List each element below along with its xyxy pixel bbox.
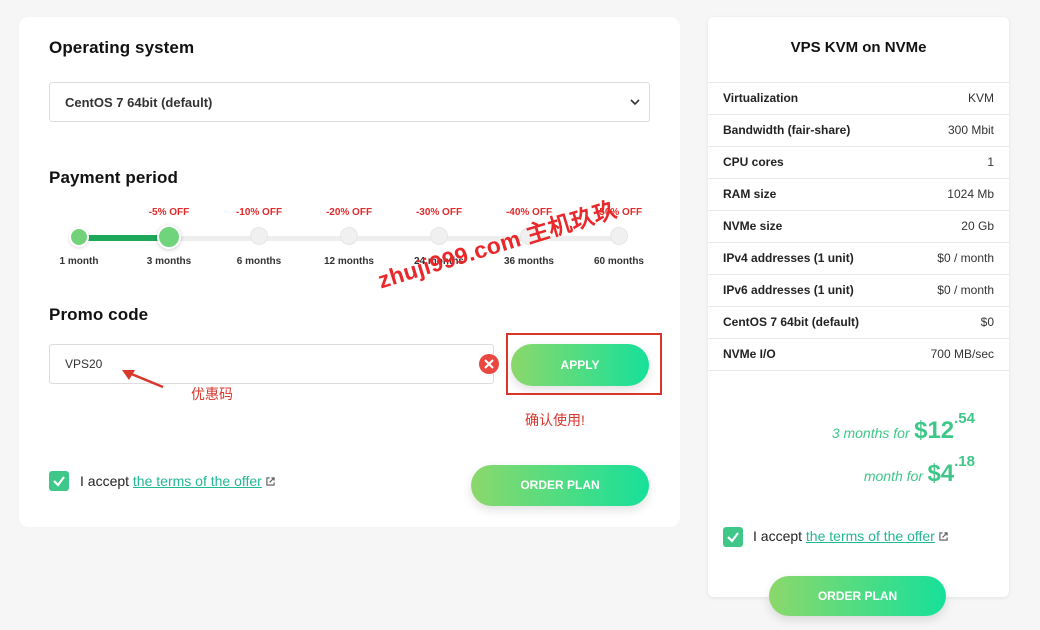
total-price-minor: .54 <box>954 410 975 427</box>
spec-value: 1 <box>987 155 994 169</box>
spec-name: NVMe I/O <box>723 347 776 361</box>
period-handle[interactable] <box>157 225 181 249</box>
spec-name: CPU cores <box>723 155 784 169</box>
order-plan-button[interactable]: ORDER PLAN <box>471 465 649 506</box>
period-discount: -20% OFF <box>325 207 373 218</box>
payment-section-title: Payment period <box>49 168 178 187</box>
order-plan-button-summary[interactable]: ORDER PLAN <box>769 576 946 616</box>
spec-row: IPv4 addresses (1 unit) $0 / month <box>708 243 1009 275</box>
plan-title: VPS KVM on NVMe <box>790 39 927 56</box>
spec-name: CentOS 7 64bit (default) <box>723 315 860 329</box>
chevron-down-icon <box>630 99 640 106</box>
plan-summary-card: VPS KVM on NVMe Virtualization KVM Bandwid… <box>708 17 1009 616</box>
os-select[interactable]: CentOS 7 64bit (default) <box>49 82 650 122</box>
spec-row: Bandwidth (fair-share) 300 Mbit <box>708 115 1009 147</box>
promo-code-value: VPS20 <box>65 357 103 371</box>
accept-prefix: I accept <box>80 473 130 489</box>
slider-track-fill <box>79 235 169 241</box>
spec-row: CentOS 7 64bit (default) $0 <box>708 307 1009 339</box>
period-handle[interactable] <box>610 227 628 245</box>
period-label: 6 months <box>236 256 282 267</box>
period-handle[interactable] <box>69 227 89 247</box>
spec-value: $0 / month <box>937 251 994 265</box>
external-link-icon <box>266 477 275 486</box>
spec-name: IPv4 addresses (1 unit) <box>723 251 854 265</box>
red-arrow-icon <box>122 370 164 389</box>
spec-name: IPv6 addresses (1 unit) <box>723 283 854 297</box>
spec-value: $0 <box>980 315 994 329</box>
spec-name: Virtualization <box>723 91 799 105</box>
period-handle[interactable] <box>250 227 268 245</box>
total-price: 3 months for $12.54 <box>831 410 975 445</box>
os-select-value: CentOS 7 64bit (default) <box>65 94 213 110</box>
clear-promo-button[interactable] <box>479 354 499 374</box>
spec-value: KVM <box>967 91 994 105</box>
monthly-price: month for $4.18 <box>863 453 975 488</box>
spec-row: RAM size 1024 Mb <box>708 179 1009 211</box>
promo-section-title: Promo code <box>49 305 149 324</box>
checkmark-icon <box>53 476 65 487</box>
period-label: 60 months <box>593 256 644 267</box>
accept-terms-text: I accept the terms of the offer <box>80 473 275 489</box>
spec-name: NVMe size <box>723 219 783 233</box>
monthly-price-minor: .18 <box>954 453 975 470</box>
spec-row: CPU cores 1 <box>708 147 1009 179</box>
spec-value: $0 / month <box>937 283 994 297</box>
os-section-title: Operating system <box>49 38 195 57</box>
monthly-price-label: month for <box>863 468 923 484</box>
apply-annotation: 确认使用! <box>525 412 585 428</box>
accept-terms-checkbox[interactable] <box>49 471 69 491</box>
close-icon <box>484 359 494 369</box>
spec-name: Bandwidth (fair-share) <box>723 123 851 137</box>
spec-table: Virtualization KVM Bandwidth (fair-share) 3… <box>708 82 1009 371</box>
total-price-label: 3 months for <box>831 425 910 441</box>
total-price-major: $12 <box>914 417 955 444</box>
spec-value: 1024 Mb <box>947 187 994 201</box>
period-discount: -10% OFF <box>235 207 283 218</box>
accept-terms-checkbox-summary[interactable] <box>723 527 743 547</box>
spec-row: IPv6 addresses (1 unit) $0 / month <box>708 275 1009 307</box>
period-label: 1 month <box>59 256 99 267</box>
configuration-card: Operating system CentOS 7 64bit (default… <box>19 17 680 527</box>
spec-name: RAM size <box>723 187 777 201</box>
spec-value: 300 Mbit <box>947 123 994 137</box>
accept-prefix: I accept <box>753 528 803 544</box>
terms-link[interactable]: the terms of the offer <box>133 473 262 489</box>
promo-code-input[interactable]: VPS20 <box>49 344 494 384</box>
spec-value: 20 Gb <box>961 219 994 233</box>
spec-row: NVMe I/O 700 MB/sec <box>708 339 1009 371</box>
terms-link[interactable]: the terms of the offer <box>806 528 935 544</box>
checkmark-icon <box>727 532 739 543</box>
period-handle[interactable] <box>340 227 358 245</box>
monthly-price-major: $4 <box>927 460 955 487</box>
spec-row: NVMe size 20 Gb <box>708 211 1009 243</box>
period-discount: -30% OFF <box>415 207 463 218</box>
spec-row: Virtualization KVM <box>708 83 1009 115</box>
apply-highlight-box <box>506 333 662 395</box>
external-link-icon <box>939 532 948 541</box>
accept-terms-text-summary: I accept the terms of the offer <box>753 528 948 544</box>
spec-value: 700 MB/sec <box>930 347 994 361</box>
period-label: 3 months <box>146 256 192 267</box>
promo-annotation: 优惠码 <box>191 386 233 402</box>
period-discount: -5% OFF <box>148 207 190 218</box>
